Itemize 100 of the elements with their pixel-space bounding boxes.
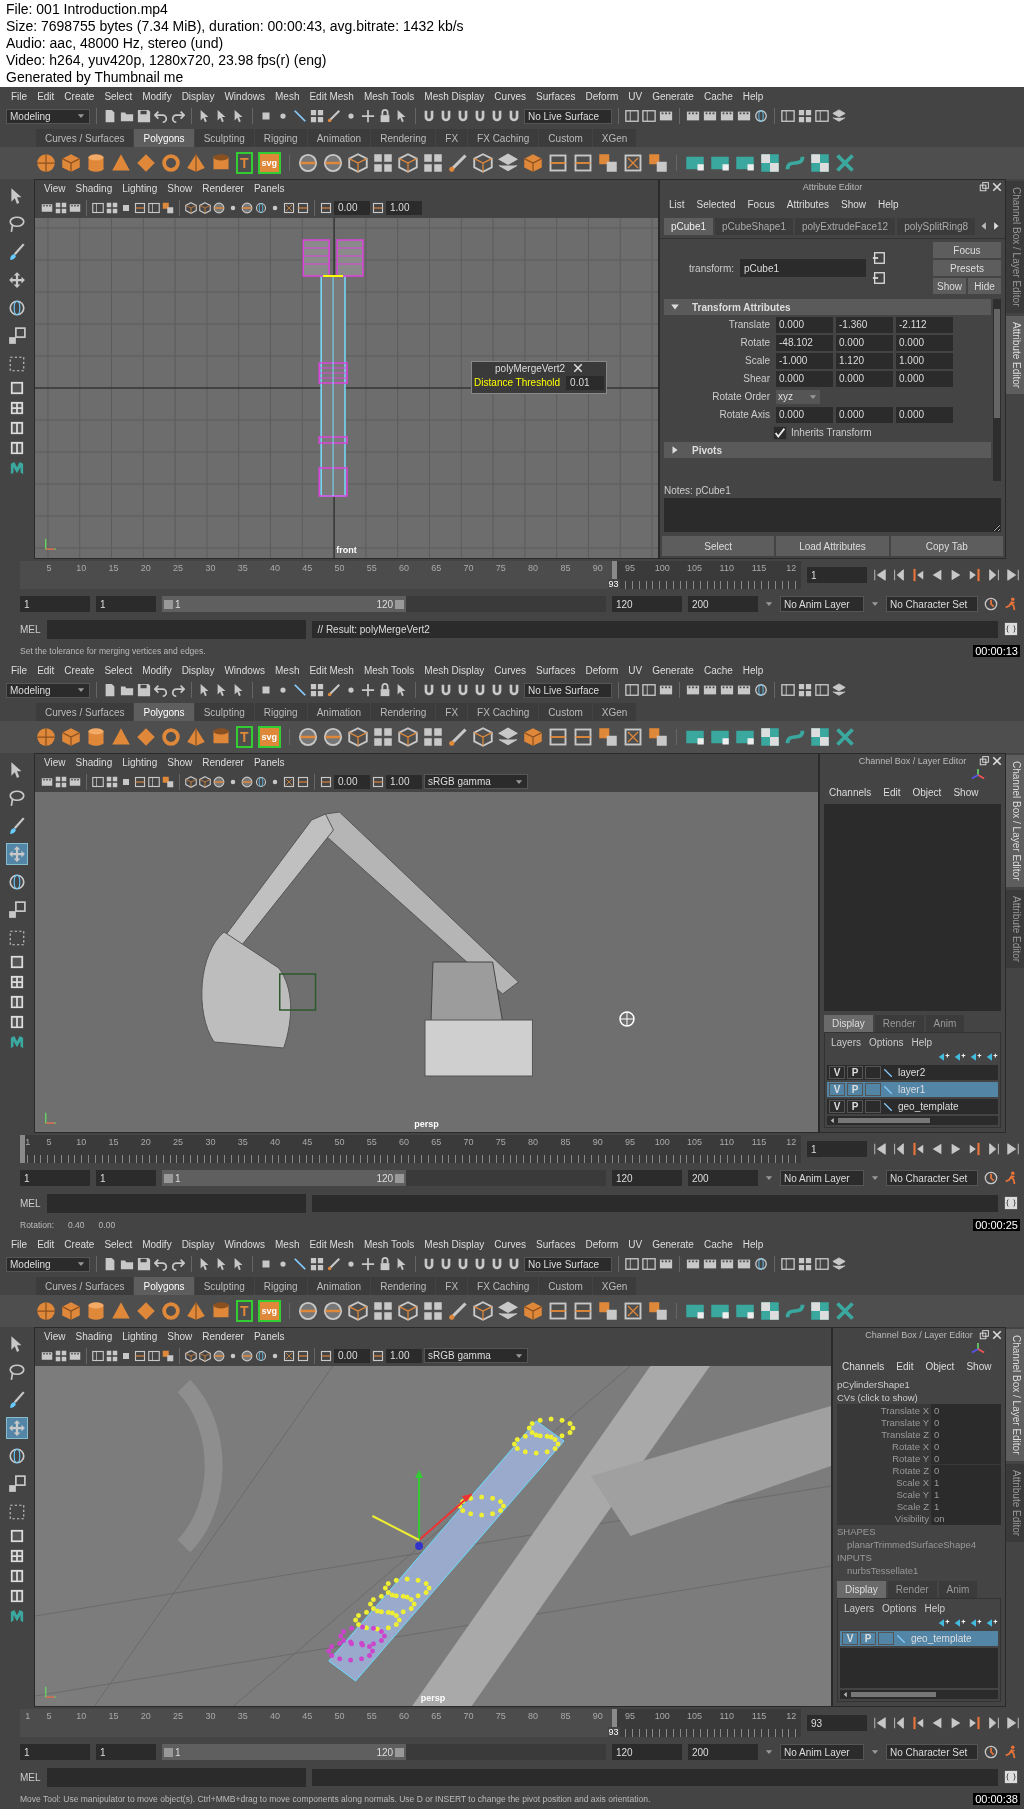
menu-item[interactable]: Create (59, 1238, 100, 1250)
m-logo-icon[interactable] (10, 1609, 24, 1623)
float-icon[interactable] (979, 756, 989, 766)
menu-item[interactable]: Create (59, 90, 100, 102)
menu-item[interactable]: Edit Mesh (304, 1238, 359, 1250)
script-editor-icon[interactable] (1004, 1196, 1018, 1210)
torus-icon[interactable] (161, 1301, 181, 1321)
menu-item[interactable]: Cache (698, 664, 738, 676)
live-surface-field[interactable]: No Live Surface (524, 682, 612, 698)
value-field[interactable]: 0.000 (836, 370, 893, 387)
menu-item[interactable]: Edit (32, 90, 60, 102)
playback-toggle[interactable]: P (847, 1100, 863, 1113)
rotate-icon[interactable] (754, 1257, 768, 1271)
magnet-icon[interactable] (473, 109, 487, 123)
film-icon[interactable] (659, 109, 673, 123)
range-slider[interactable]: 1 120 (162, 1170, 606, 1186)
notes-field[interactable] (664, 498, 1001, 532)
range-handle[interactable] (164, 1173, 173, 1183)
menu-item[interactable]: Shading (70, 1331, 118, 1342)
panel-button[interactable]: Show (932, 278, 966, 294)
cylinder-icon[interactable] (86, 153, 106, 173)
menu-item[interactable]: View (39, 1331, 71, 1342)
panel-icon[interactable] (92, 775, 104, 788)
grid-icon[interactable] (423, 153, 444, 173)
menu-item[interactable]: Lighting (117, 757, 163, 768)
menu-item[interactable]: UV (623, 1238, 648, 1250)
magnet-icon[interactable] (490, 683, 504, 697)
menu-item[interactable]: Modify (137, 90, 177, 102)
tool-button[interactable] (6, 1473, 28, 1495)
film-icon[interactable] (737, 1257, 751, 1271)
value-field[interactable]: 0.000 (776, 370, 833, 387)
magnet-icon[interactable] (507, 1257, 521, 1271)
skip-icon[interactable] (1006, 1142, 1020, 1156)
menu-item[interactable]: Show (835, 198, 871, 210)
scrollbar[interactable] (827, 1116, 998, 1125)
command-field[interactable] (46, 1193, 306, 1213)
panel-button[interactable]: Select (662, 536, 775, 556)
grid-icon[interactable] (55, 201, 67, 214)
cone-icon[interactable] (111, 153, 131, 173)
menu-item[interactable]: Channels (837, 1360, 890, 1372)
cube-outline-icon[interactable] (185, 201, 197, 214)
checkbox-icon[interactable] (773, 425, 787, 440)
skip-icon[interactable] (892, 1142, 906, 1156)
side-tab[interactable]: Attribute Editor (1006, 889, 1024, 968)
lock-icon[interactable] (378, 1257, 392, 1271)
menu-item[interactable]: Show (162, 183, 198, 194)
layer-add-icon[interactable] (938, 1051, 950, 1063)
magnet-icon[interactable] (439, 109, 453, 123)
squares-icon[interactable] (598, 727, 619, 747)
playback-start-field[interactable]: 1 (96, 1170, 156, 1186)
anim-layer-dropdown[interactable]: No Anim Layer (780, 596, 864, 612)
menu-item[interactable]: Selected (691, 198, 741, 210)
menu-item[interactable]: Generate (647, 664, 699, 676)
play-icon[interactable] (949, 568, 963, 582)
value-field[interactable]: 0.000 (776, 406, 833, 423)
menu-item[interactable]: Mesh Display (419, 664, 490, 676)
menu-item[interactable]: Select (99, 1238, 138, 1250)
value-field[interactable]: 0.000 (896, 334, 953, 351)
shelf-tab[interactable]: FX (436, 703, 468, 721)
anim-layer-dropdown[interactable]: No Anim Layer (780, 1170, 864, 1186)
key-step-icon[interactable] (911, 1142, 925, 1156)
film-icon[interactable] (720, 683, 734, 697)
menu-item[interactable]: Select (99, 664, 138, 676)
playback-toggle[interactable]: P (847, 1066, 863, 1079)
range-slider[interactable]: 1 120 (162, 596, 606, 612)
shelf-tab[interactable]: FX (436, 129, 468, 147)
menu-item[interactable]: Panels (248, 757, 290, 768)
node-tab[interactable]: polyExtrudeFace12 (795, 217, 896, 235)
menu-item[interactable]: Modify (137, 664, 177, 676)
stack-icon[interactable] (498, 1301, 519, 1321)
menu-item[interactable]: Cache (698, 90, 738, 102)
menu-item[interactable]: Display (176, 1238, 220, 1250)
cube-outline-icon[interactable] (348, 727, 369, 747)
menu-item[interactable]: Mesh Tools (358, 1238, 420, 1250)
panel-button[interactable]: Load Attributes (776, 536, 889, 556)
frame-icon[interactable] (548, 727, 569, 747)
shelf-tab[interactable]: Rigging (254, 129, 307, 147)
plus-icon[interactable] (361, 683, 375, 697)
shelf-tab[interactable]: Sculpting (194, 703, 254, 721)
cube-outline-icon[interactable] (473, 153, 494, 173)
stack-icon[interactable] (498, 153, 519, 173)
document-icon[interactable] (103, 1257, 117, 1271)
shelf-tab[interactable]: FX Caching (468, 129, 539, 147)
diamond-icon[interactable] (136, 727, 156, 747)
magnet-icon[interactable] (439, 683, 453, 697)
key-step-icon[interactable] (968, 1716, 982, 1730)
menu-item[interactable]: Edit (878, 786, 906, 798)
panel-icon[interactable] (642, 1257, 656, 1271)
line-icon[interactable] (293, 1257, 307, 1271)
section-header[interactable]: Pivots (664, 442, 991, 458)
shelf-tab[interactable]: Polygons (134, 1277, 194, 1295)
triangle-icon[interactable] (670, 302, 680, 312)
cone-icon[interactable] (111, 1301, 131, 1321)
disc-icon[interactable] (241, 775, 253, 788)
single-pane-icon[interactable] (10, 381, 24, 395)
time-slider[interactable]: 1 5 10 15 20 25 30 35 40 45 50 55 60 65 70 75 80 85 90 95 100 105 110 115 12 93 (20, 1709, 801, 1737)
crossed-square-icon[interactable] (623, 153, 644, 173)
tool-button[interactable] (6, 787, 28, 809)
cube-outline-icon[interactable] (473, 727, 494, 747)
shelf-tab[interactable]: Custom (539, 703, 592, 721)
